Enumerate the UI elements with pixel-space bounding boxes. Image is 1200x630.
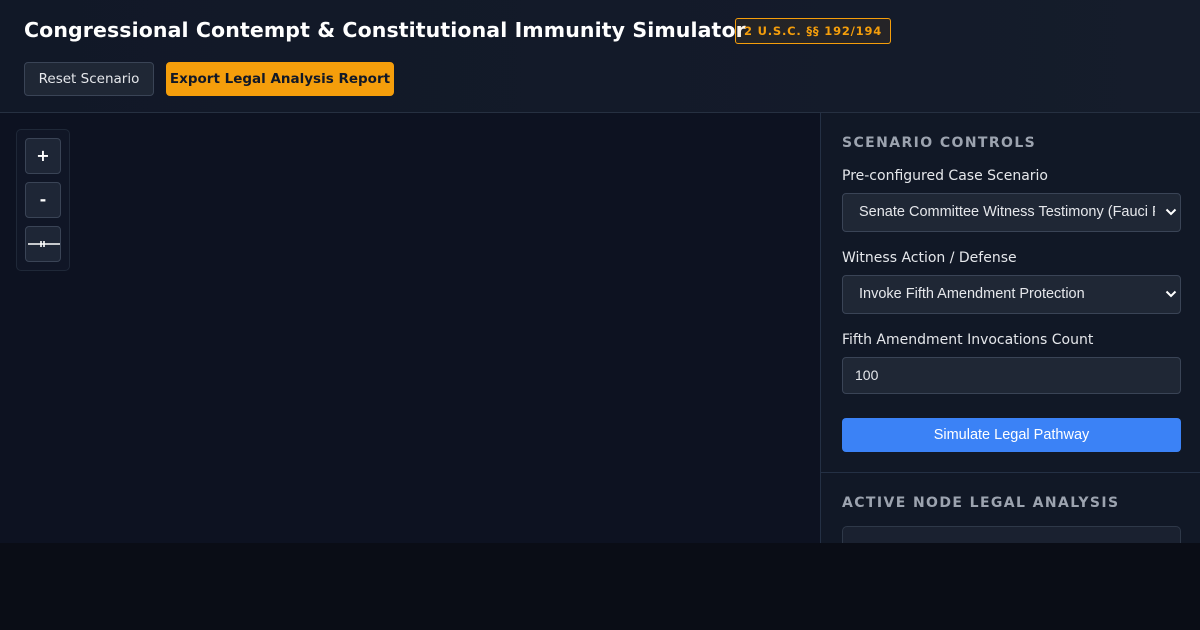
invocations-count-input[interactable]: 100 — [842, 357, 1181, 394]
fit-to-view-icon — [28, 241, 60, 247]
chevron-down-icon — [1165, 290, 1177, 298]
invocations-count-label: Fifth Amendment Invocations Count — [842, 332, 1094, 348]
statute-badge: 2 U.S.C. §§ 192/194 — [735, 18, 892, 44]
app-header: Congressional Contempt & Constitutional … — [0, 0, 1200, 113]
scenario-controls-title: SCENARIO CONTROLS — [842, 135, 1037, 151]
app-window: Congressional Contempt & Constitutional … — [0, 0, 1200, 543]
chevron-down-icon — [1165, 208, 1177, 216]
graph-canvas[interactable]: + - — [0, 113, 820, 543]
zoom-in-button[interactable]: + — [25, 138, 61, 174]
zoom-controls: + - — [16, 129, 70, 271]
legal-analysis-title: ACTIVE NODE LEGAL ANALYSIS — [842, 495, 1120, 511]
action-select-value: Invoke Fifth Amendment Protection — [859, 286, 1085, 302]
section-divider — [821, 472, 1200, 473]
action-select[interactable]: Invoke Fifth Amendment Protection — [842, 275, 1181, 314]
action-label: Witness Action / Defense — [842, 250, 1017, 266]
legal-analysis-panel — [842, 526, 1181, 543]
reset-scenario-button[interactable]: Reset Scenario — [24, 62, 154, 96]
scenario-label: Pre-configured Case Scenario — [842, 168, 1048, 184]
scenario-select-value: Senate Committee Witness Testimony (Fauc… — [859, 204, 1155, 220]
scenario-select[interactable]: Senate Committee Witness Testimony (Fauc… — [842, 193, 1181, 232]
sidebar-panel: SCENARIO CONTROLS Pre-configured Case Sc… — [820, 113, 1200, 543]
simulate-button[interactable]: Simulate Legal Pathway — [842, 418, 1181, 452]
zoom-out-button[interactable]: - — [25, 182, 61, 218]
page-title: Congressional Contempt & Constitutional … — [24, 18, 746, 42]
export-report-button[interactable]: Export Legal Analysis Report — [166, 62, 394, 96]
fit-view-button[interactable] — [25, 226, 61, 262]
